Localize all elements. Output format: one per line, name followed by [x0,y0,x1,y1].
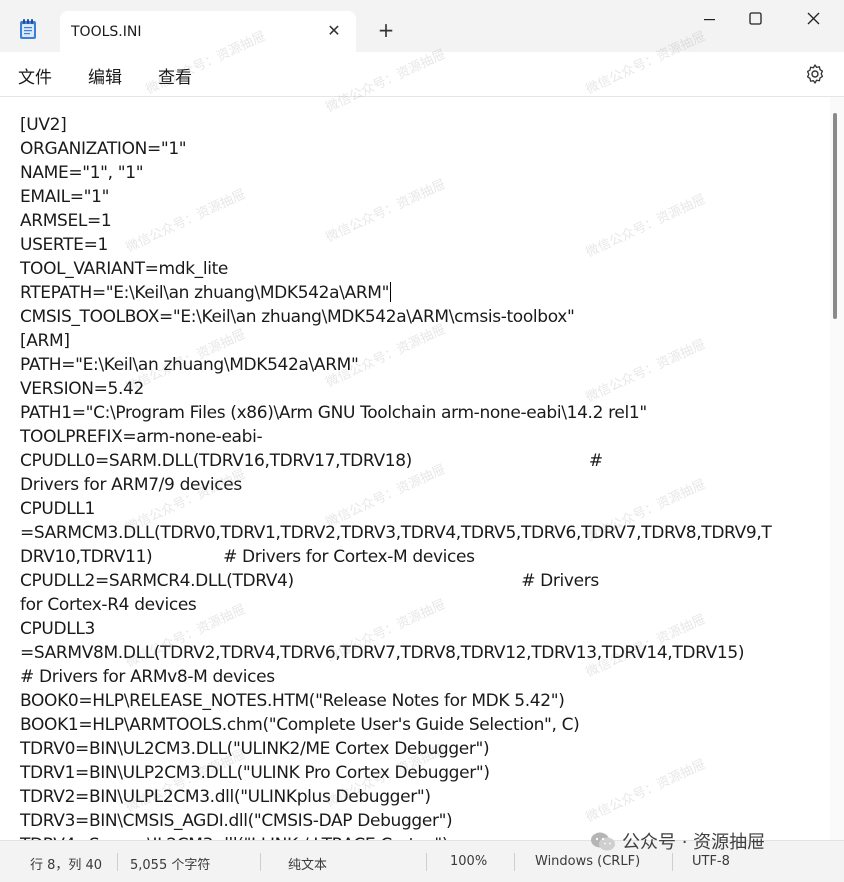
menu-edit[interactable]: 编辑 [88,63,122,88]
text-line: PATH1="C:\Program Files (x86)\Arm GNU To… [20,403,647,423]
text-line: CPUDLL1 [20,499,95,519]
text-line: [ARM] [20,331,70,351]
menu-bar: 文件 编辑 查看 [0,52,844,97]
close-window-button[interactable] [790,4,836,34]
status-divider [260,853,261,871]
text-line: DRV10,TDRV11) # Drivers for Cortex-M dev… [20,547,475,567]
text-line: Drivers for ARM7/9 devices [20,475,242,495]
text-line: =SARMCM3.DLL(TDRV0,TDRV1,TDRV2,TDRV3,TDR… [20,523,772,543]
text-line: VERSION=5.42 [20,379,144,399]
status-divider [117,853,118,871]
text-line: BOOK0=HLP\RELEASE_NOTES.HTM("Release Not… [20,691,565,711]
watermark-badge-text: 公众号 · 资源抽屉 [622,832,766,853]
text-line: CPUDLL3 [20,619,95,639]
text-line: # Drivers for ARMv8-M devices [20,667,275,687]
close-tab-icon[interactable]: ✕ [326,23,342,39]
text-caret [390,282,392,302]
maximize-button[interactable] [732,4,778,34]
menu-view[interactable]: 查看 [158,63,192,88]
character-count: 5,055 个字符 [130,858,211,873]
text-line: USERTE=1 [20,235,108,255]
text-line: TDRV1=BIN\ULP2CM3.DLL("ULINK Pro Cortex … [20,763,490,783]
notepad-icon [20,19,36,39]
wechat-icon [591,832,615,851]
text-line: =SARMV8M.DLL(TDRV2,TDRV4,TDRV6,TDRV7,TDR… [20,643,745,663]
text-line: [UV2] [20,115,67,135]
text-line: for Cortex-R4 devices [20,595,197,615]
text-line: EMAIL="1" [20,187,110,207]
status-divider [514,853,515,871]
text-line: PATH="E:\Keil\an zhuang\MDK542a\ARM" [20,355,359,375]
text-line: CMSIS_TOOLBOX="E:\Keil\an zhuang\MDK542a… [20,307,575,327]
text-line: TDRV0=BIN\UL2CM3.DLL("ULINK2/ME Cortex D… [20,739,490,759]
watermark-badge: 公众号 · 资源抽屉 [590,828,830,864]
text-line: TDRV2=BIN\ULPL2CM3.dll("ULINKplus Debugg… [20,787,431,807]
text-line: CPUDLL2=SARMCR4.DLL(TDRV4) # Drivers [20,571,599,591]
tab-tools-ini[interactable]: TOOLS.INI ✕ [60,11,356,52]
text-line: ORGANIZATION="1" [20,139,187,159]
text-format: 纯文本 [288,858,328,873]
text-line: ARMSEL=1 [20,211,112,231]
title-bar: TOOLS.INI ✕ + [0,0,844,52]
editor-text[interactable]: [UV2] ORGANIZATION="1" NAME="1", "1" EMAIL=… [20,113,820,840]
tab-title: TOOLS.INI [71,24,142,40]
text-line: TOOL_VARIANT=mdk_lite [20,259,229,279]
cursor-position: 行 8，列 40 [30,858,103,873]
gear-icon[interactable] [803,62,827,86]
vertical-scrollbar[interactable] [830,97,844,840]
zoom-level[interactable]: 100% [450,854,487,869]
minimize-button[interactable] [686,4,732,34]
text-line: BOOK1=HLP\ARMTOOLS.chm("Complete User's … [20,715,580,735]
text-editor[interactable]: [UV2] ORGANIZATION="1" NAME="1", "1" EMAIL=… [0,97,830,840]
text-line: TOOLPREFIX=arm-none-eabi- [20,427,263,447]
text-line: RTEPATH="E:\Keil\an zhuang\MDK542a\ARM" [20,282,392,303]
text-line: NAME="1", "1" [20,163,144,183]
status-divider [426,853,427,871]
new-tab-button[interactable]: + [376,20,396,40]
text-line: CPUDLL0=SARM.DLL(TDRV16,TDRV17,TDRV18) # [20,451,603,471]
scrollbar-thumb[interactable] [833,113,837,319]
menu-file[interactable]: 文件 [18,63,52,88]
